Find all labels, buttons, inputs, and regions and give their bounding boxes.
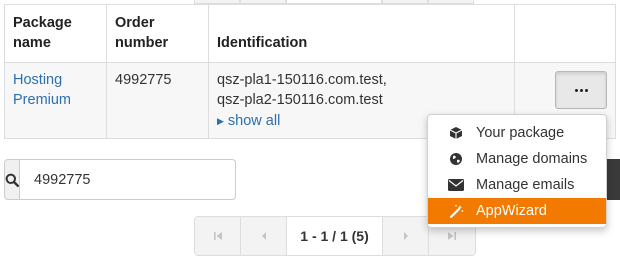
identification-line-2: qsz-pla2-150116.com.test: [217, 92, 383, 108]
menu-item-label: Your package: [476, 125, 565, 141]
header-package-name[interactable]: Package name: [4, 4, 107, 63]
caret-right-icon: ▶: [217, 116, 224, 126]
identification-line-1: qsz-pla1-150116.com.test,: [217, 72, 387, 88]
dot-icon: [579, 88, 583, 92]
dot-icon: [584, 88, 588, 92]
prev-page-icon: [261, 232, 266, 240]
more-actions-button[interactable]: [555, 71, 607, 109]
order-number-cell: 4992775: [106, 62, 209, 139]
menu-item-manage-domains[interactable]: Manage domains: [428, 146, 606, 172]
show-all-link[interactable]: ▶ show all: [217, 111, 280, 131]
package-name-link[interactable]: Hosting Premium: [13, 72, 71, 108]
header-actions: [514, 4, 616, 63]
header-order-number[interactable]: Order number: [106, 4, 209, 63]
menu-item-appwizard[interactable]: AppWizard: [428, 198, 606, 224]
header-identification[interactable]: Identification: [208, 4, 515, 63]
search-input[interactable]: [20, 159, 236, 200]
envelope-icon: [448, 177, 464, 193]
menu-item-manage-emails[interactable]: Manage emails: [428, 172, 606, 198]
prev-page-button[interactable]: [241, 217, 287, 255]
search-group: [4, 159, 236, 200]
first-page-button[interactable]: [195, 217, 241, 255]
dot-icon: [574, 88, 578, 92]
next-page-icon: [403, 232, 408, 240]
page-info: 1 - 1 / 1 (5): [287, 217, 383, 255]
table-header-row: Package name Order number Identification: [4, 4, 616, 63]
box-icon: [448, 125, 464, 141]
package-cell: Hosting Premium: [4, 62, 107, 139]
show-all-label: show all: [227, 113, 281, 129]
last-page-icon: [448, 232, 456, 240]
menu-item-label: Manage domains: [476, 151, 588, 167]
menu-item-label: Manage emails: [476, 177, 575, 193]
magic-wand-icon: [448, 203, 464, 219]
actions-dropdown-menu: Your package Manage domains Manage email…: [427, 114, 607, 228]
next-page-button[interactable]: [383, 217, 429, 255]
first-page-icon: [213, 232, 222, 240]
menu-item-label: AppWizard: [476, 203, 547, 219]
search-icon[interactable]: [4, 159, 20, 200]
globe-icon: [448, 151, 464, 167]
menu-item-your-package[interactable]: Your package: [428, 120, 606, 146]
